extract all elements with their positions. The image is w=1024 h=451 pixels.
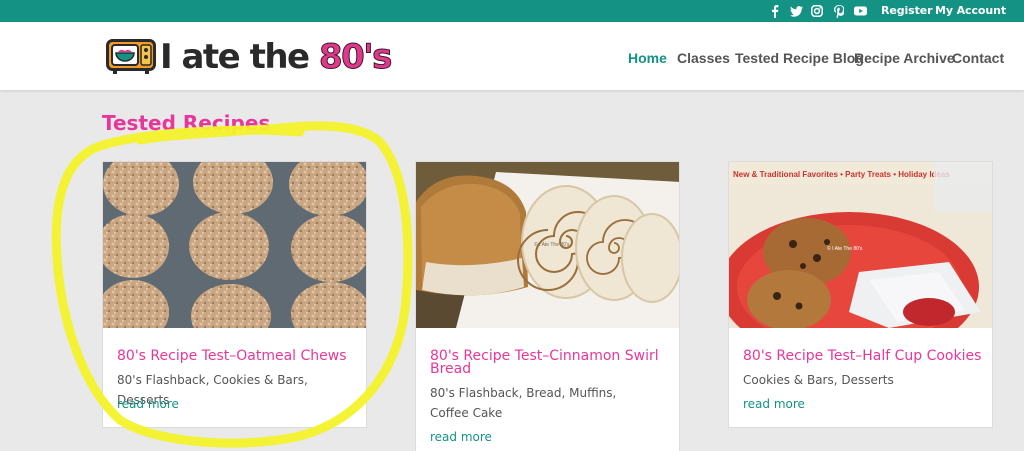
read-more-link[interactable]: read more [743,397,805,411]
image-caption: New & Traditional Favorites • Party Trea… [733,170,950,179]
nav-tested-recipe-blog[interactable]: Tested Recipe Blog [735,50,864,66]
nav-recipe-archive[interactable]: Recipe Archive [854,50,955,66]
facebook-icon[interactable] [768,3,782,19]
recipe-card: © I Ate The 80's 80's Recipe Test–Cinnam… [415,161,680,451]
youtube-icon[interactable] [853,3,867,19]
tv-icon [106,39,156,74]
nav-contact[interactable]: Contact [952,50,1004,66]
logo-wordmark: I ate the 80's [160,37,393,78]
read-more-link[interactable]: read more [430,430,492,444]
pinterest-icon[interactable] [832,3,846,19]
recipe-card: 80's Recipe Test–Oatmeal Chews 80's Flas… [102,161,367,428]
section-title: Tested Recipes [102,111,271,135]
recipe-title-link[interactable]: 80's Recipe Test–Cinnamon Swirl Bread [430,349,670,376]
recipe-image-cinnamon-swirl-bread[interactable]: © I Ate The 80's [416,162,679,328]
recipe-categories[interactable]: 80's Flashback, Bread, Muffins, Coffee C… [430,383,650,423]
recipe-title-link[interactable]: 80's Recipe Test–Half Cup Cookies [743,349,983,363]
instagram-icon[interactable] [810,3,824,19]
top-bar: Register My Account [0,0,1024,22]
image-watermark: © I Ate The 80's [827,245,863,252]
read-more-link[interactable]: read more [117,397,179,411]
recipe-title-link[interactable]: 80's Recipe Test–Oatmeal Chews [117,349,357,363]
recipe-categories[interactable]: Cookies & Bars, Desserts [743,370,983,390]
site-header: I ate the 80's Home Classes Tested Recip… [0,22,1024,90]
recipe-image-oatmeal-chews[interactable] [103,162,366,328]
recipe-image-half-cup-cookies[interactable]: New & Traditional Favorites • Party Trea… [729,162,992,328]
register-link[interactable]: Register [881,4,933,17]
nav-home[interactable]: Home [628,50,667,66]
site-logo[interactable]: I ate the 80's [106,37,393,78]
recipe-card: New & Traditional Favorites • Party Trea… [728,161,993,428]
nav-classes[interactable]: Classes [677,50,730,66]
my-account-link[interactable]: My Account [935,4,1006,17]
twitter-icon[interactable] [789,3,803,19]
image-watermark: © I Ate The 80's [534,241,570,248]
